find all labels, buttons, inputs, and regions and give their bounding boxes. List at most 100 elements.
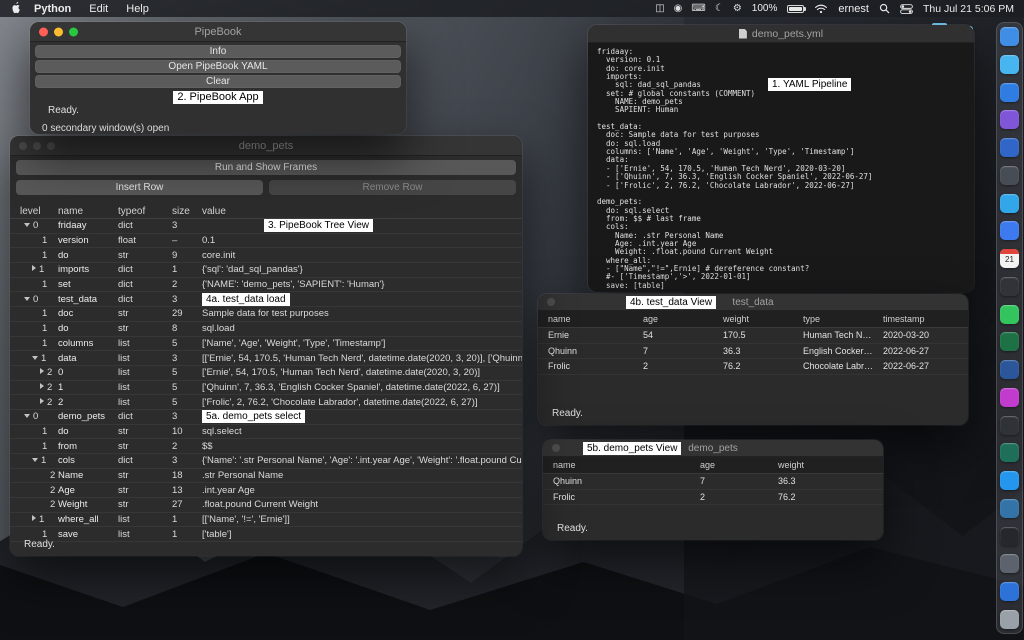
dock-app-14[interactable]	[1000, 388, 1019, 407]
disclosure-expanded-icon[interactable]	[32, 458, 38, 462]
status-icon-3[interactable]: ⌨	[691, 3, 705, 14]
dock-app-3[interactable]	[1000, 83, 1019, 102]
disclosure-collapsed-icon[interactable]	[40, 383, 44, 389]
menu-help[interactable]: Help	[117, 3, 158, 15]
tree-row-set[interactable]: 1setdict2{'NAME': 'demo_pets', 'SAPIENT'…	[10, 278, 522, 293]
user-name[interactable]: ernest	[838, 3, 869, 15]
dock-app-16[interactable]	[1000, 443, 1019, 462]
tree-row-save[interactable]: 1savelist1['table']	[10, 527, 522, 542]
dock-trash-icon[interactable]	[1000, 610, 1019, 629]
tree-row-Weight[interactable]: 2Weightstr27.float.pound Current Weight	[10, 498, 522, 513]
disclosure-collapsed-icon[interactable]	[32, 265, 36, 271]
insert-row-button[interactable]: Insert Row	[16, 180, 263, 195]
tree-row-Name[interactable]: 2Namestr18.str Personal Name	[10, 469, 522, 484]
column-name[interactable]: name	[548, 314, 643, 324]
disclosure-expanded-icon[interactable]	[32, 356, 38, 360]
tree-row-2[interactable]: 22list5['Frolic', 2, 76.2, 'Chocolate La…	[10, 395, 522, 410]
table-row[interactable]: Frolic276.2Chocolate Labrador2022-06-27	[538, 359, 968, 375]
yaml-titlebar[interactable]: demo_pets.yml	[588, 25, 974, 43]
disclosure-collapsed-icon[interactable]	[32, 515, 36, 521]
column-level[interactable]: level	[20, 206, 58, 217]
zoom-button[interactable]	[69, 27, 78, 36]
status-icon-2[interactable]: ◉	[674, 3, 683, 14]
close-button[interactable]	[552, 444, 560, 452]
tree-row-doc[interactable]: 1docstr29Sample data for test purposes	[10, 307, 522, 322]
dock-app-5[interactable]	[1000, 138, 1019, 157]
disclosure-expanded-icon[interactable]	[24, 414, 30, 418]
run-and-show-frames-button[interactable]: Run and Show Frames	[16, 160, 516, 175]
tree-row-1[interactable]: 21list5['Qhuinn', 7, 36.3, 'English Cock…	[10, 381, 522, 396]
tree-row-from[interactable]: 1fromstr2$$	[10, 439, 522, 454]
pipebook-titlebar[interactable]: PipeBook	[30, 22, 406, 42]
dock-app-13[interactable]	[1000, 360, 1019, 379]
column-size[interactable]: size	[172, 206, 202, 217]
column-age[interactable]: age	[643, 314, 723, 324]
table-row[interactable]: Frolic276.2	[543, 490, 883, 506]
zoom-button[interactable]	[47, 142, 55, 150]
dock-app-19[interactable]	[1000, 527, 1019, 546]
close-button[interactable]	[547, 298, 555, 306]
tree-row-version[interactable]: 1versionfloat–0.1	[10, 234, 522, 249]
dock-app-8[interactable]	[1000, 221, 1019, 240]
tree-row-Age[interactable]: 2Agestr13.int.year Age	[10, 483, 522, 498]
dock-app-12[interactable]	[1000, 332, 1019, 351]
open-pipebook-yaml-button[interactable]: Open PipeBook YAML	[35, 60, 401, 73]
tree-row-data[interactable]: 1datalist3[['Ernie', 54, 170.5, 'Human T…	[10, 351, 522, 366]
status-icon-4[interactable]: ☾	[715, 3, 724, 14]
dock-app-1[interactable]	[1000, 27, 1019, 46]
tree-row-where_all[interactable]: 1where_alllist1[['Name', '!=', 'Ernie']]	[10, 513, 522, 528]
info-button[interactable]: Info	[35, 45, 401, 58]
dock-app-7[interactable]	[1000, 194, 1019, 213]
wifi-icon[interactable]	[814, 4, 828, 14]
control-center-icon[interactable]	[900, 4, 913, 14]
close-button[interactable]	[19, 142, 27, 150]
tree-row-0[interactable]: 20list5['Ernie', 54, 170.5, 'Human Tech …	[10, 366, 522, 381]
apple-menu[interactable]	[10, 2, 21, 15]
tree-row-demo_pets[interactable]: 0demo_petsdict35a. demo_pets select	[10, 410, 522, 425]
tree-row-test_data[interactable]: 0test_datadict34a. test_data load	[10, 292, 522, 307]
menubar-clock[interactable]: Thu Jul 21 5:06 PM	[923, 3, 1014, 15]
column-name[interactable]: name	[58, 206, 118, 217]
tree-row-columns[interactable]: 1columnslist5['Name', 'Age', 'Weight', '…	[10, 337, 522, 352]
column-typeof[interactable]: typeof	[118, 206, 172, 217]
column-age[interactable]: age	[700, 460, 778, 470]
table-row[interactable]: Ernie54170.5Human Tech Nerd2020-03-20	[538, 328, 968, 344]
dock-app-2[interactable]	[1000, 55, 1019, 74]
dock-app-20[interactable]	[1000, 554, 1019, 573]
minimize-button[interactable]	[33, 142, 41, 150]
dock-app-11[interactable]	[1000, 305, 1019, 324]
column-type[interactable]: type	[803, 314, 883, 324]
dock-app-18[interactable]	[1000, 499, 1019, 518]
column-timestamp[interactable]: timestamp	[883, 314, 968, 324]
menu-python[interactable]: Python	[25, 3, 80, 15]
column-weight[interactable]: weight	[778, 460, 883, 470]
tree-row-cols[interactable]: 1colsdict3{'Name': '.str Personal Name',…	[10, 454, 522, 469]
menu-edit[interactable]: Edit	[80, 3, 117, 15]
column-value[interactable]: value	[202, 206, 522, 217]
tree-row-do[interactable]: 1dostr10sql.select	[10, 425, 522, 440]
status-icon-1[interactable]: ◫	[655, 3, 664, 14]
dock-calendar[interactable]: 21	[1000, 249, 1019, 268]
tree-titlebar[interactable]: demo_pets	[10, 136, 522, 156]
column-name[interactable]: name	[553, 460, 700, 470]
dock-app-10[interactable]	[1000, 277, 1019, 296]
test-data-titlebar[interactable]: 4b. test_data View test_data	[538, 294, 968, 311]
spotlight-search-icon[interactable]	[879, 3, 890, 14]
close-button[interactable]	[39, 27, 48, 36]
dock-app-15[interactable]	[1000, 416, 1019, 435]
disclosure-expanded-icon[interactable]	[24, 297, 30, 301]
tree-row-do[interactable]: 1dostr8sql.load	[10, 322, 522, 337]
table-row[interactable]: Qhuinn736.3English Cocker Spaniel2022-06…	[538, 344, 968, 360]
dock-app-17[interactable]	[1000, 471, 1019, 490]
tree-row-fridaay[interactable]: 0fridaaydict33. PipeBook Tree View	[10, 219, 522, 234]
dock-app-6[interactable]	[1000, 166, 1019, 185]
dock-app-4[interactable]	[1000, 110, 1019, 129]
disclosure-expanded-icon[interactable]	[24, 223, 30, 227]
clear-button[interactable]: Clear	[35, 75, 401, 88]
disclosure-collapsed-icon[interactable]	[40, 398, 44, 404]
column-weight[interactable]: weight	[723, 314, 803, 324]
status-icon-5[interactable]: ⚙	[733, 3, 742, 14]
tree-row-imports[interactable]: 1importsdict1{'sql': 'dad_sql_pandas'}	[10, 263, 522, 278]
dock-app-21[interactable]	[1000, 582, 1019, 601]
tree-row-do[interactable]: 1dostr9core.init	[10, 248, 522, 263]
